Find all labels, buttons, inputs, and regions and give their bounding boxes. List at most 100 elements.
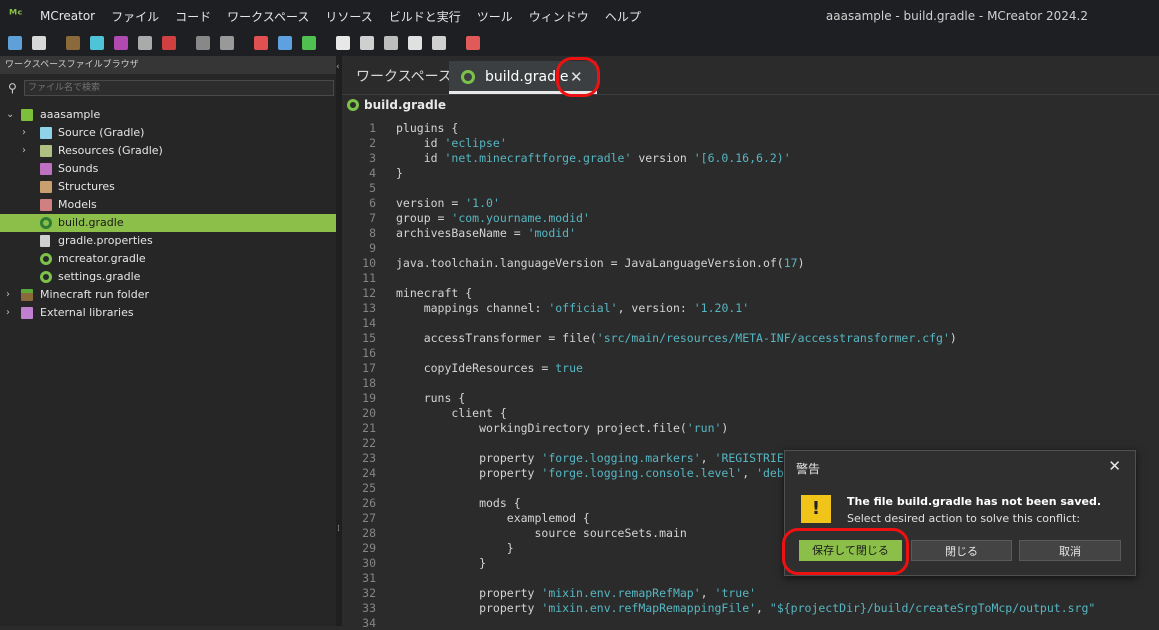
gradle-icon [461, 70, 475, 84]
import-other-icon[interactable] [162, 36, 176, 50]
model-json-icon[interactable] [278, 36, 292, 50]
menu-window[interactable]: ウィンドウ [529, 8, 589, 25]
gradle-icon [40, 271, 52, 283]
menu-workspace[interactable]: ワークスペース [227, 8, 309, 25]
code-line: } [396, 556, 487, 570]
menu-file[interactable]: ファイル [111, 8, 159, 25]
library-icon [21, 307, 33, 319]
line-number: 16 [362, 346, 376, 360]
code-line: property 'mixin.env.remapRefMap', 'true' [396, 586, 757, 600]
tree-node-gradle-properties[interactable]: gradle.properties [0, 232, 336, 250]
chevron-right-icon[interactable]: › [6, 286, 10, 304]
tree-node-label: settings.gradle [58, 270, 141, 283]
import-structure-icon[interactable] [220, 36, 234, 50]
tree-node-label: Resources (Gradle) [58, 144, 163, 157]
workspace-icon [21, 109, 33, 121]
menu-build-run[interactable]: ビルドと実行 [389, 8, 461, 25]
line-number: 23 [362, 451, 376, 465]
tab-workspace[interactable]: ワークスペース [356, 61, 452, 94]
menu-tools[interactable]: ツール [477, 8, 513, 25]
drag-handle-icon[interactable]: ⁞ [337, 525, 341, 543]
code-line: group = 'com.yourname.modid' [396, 211, 590, 225]
run-client-icon[interactable] [360, 36, 374, 50]
line-number: 22 [362, 436, 376, 450]
code-line: mappings channel: 'official', version: '… [396, 301, 750, 315]
line-number: 27 [362, 511, 376, 525]
menu-code[interactable]: コード [175, 8, 211, 25]
tree-node-run-folder[interactable]: › Minecraft run folder [0, 286, 336, 304]
line-number: 19 [362, 391, 376, 405]
import-block-icon[interactable] [66, 36, 80, 50]
build-icon[interactable] [336, 36, 350, 50]
tree-node-resources[interactable]: › Resources (Gradle) [0, 142, 336, 160]
debug-icon[interactable] [432, 36, 446, 50]
line-number: 15 [362, 331, 376, 345]
tree-node-label: Structures [58, 180, 115, 193]
code-line: java.toolchain.languageVersion = JavaLan… [396, 256, 805, 270]
tree-node-sounds[interactable]: Sounds [0, 160, 336, 178]
tree-node-build-gradle[interactable]: build.gradle [0, 214, 336, 232]
line-number: 1 [369, 121, 376, 135]
tree-node-label: aaasample [40, 108, 101, 121]
chevron-right-icon[interactable]: › [6, 304, 10, 322]
close-button[interactable]: 閉じる [911, 540, 1012, 561]
tree-node-label: Models [58, 198, 97, 211]
code-line: client { [396, 406, 507, 420]
tree-node-source[interactable]: › Source (Gradle) [0, 124, 336, 142]
warning-icon: ! [801, 495, 831, 523]
search-box: ⚲ [4, 80, 334, 98]
collapse-left-icon[interactable]: ‹ [336, 62, 340, 72]
code-line: version = '1.0' [396, 196, 500, 210]
search-input[interactable] [24, 80, 334, 96]
code-line: id 'net.minecraftforge.gradle' version '… [396, 151, 791, 165]
code-line: minecraft { [396, 286, 473, 300]
folder-icon [40, 127, 52, 139]
file-header: build.gradle [347, 98, 446, 112]
import-item-icon[interactable] [90, 36, 104, 50]
chevron-right-icon[interactable]: › [22, 124, 26, 142]
chevron-right-icon[interactable]: › [22, 142, 26, 160]
code-line: property 'mixin.env.refMapRemappingFile'… [396, 601, 1096, 615]
export-icon[interactable] [408, 36, 422, 50]
line-number: 14 [362, 316, 376, 330]
model-icon [40, 199, 52, 211]
tree-node-label: gradle.properties [58, 234, 153, 247]
import-armor-icon[interactable] [138, 36, 152, 50]
import-sound-icon[interactable] [196, 36, 210, 50]
line-number: 20 [362, 406, 376, 420]
tree-node-label: External libraries [40, 306, 134, 319]
code-line: plugins { [396, 121, 459, 135]
code-line: property 'forge.logging.markers', 'REGIS… [396, 451, 784, 465]
chevron-down-icon[interactable]: ⌄ [6, 106, 14, 124]
tree-node-aaasample[interactable]: ⌄ aaasample [0, 106, 336, 124]
line-number: 33 [362, 601, 376, 615]
import-entity-icon[interactable] [114, 36, 128, 50]
grass-block-icon [21, 289, 33, 301]
cancel-button[interactable]: 取消 [1019, 540, 1121, 561]
line-number: 2 [369, 136, 376, 150]
git-sync-icon[interactable] [466, 36, 480, 50]
dialog-close-icon[interactable]: ✕ [1108, 457, 1121, 475]
model-java-icon[interactable] [254, 36, 268, 50]
line-number: 30 [362, 556, 376, 570]
toolbar [0, 32, 1159, 56]
code-line: source sourceSets.main [396, 526, 687, 540]
tree-node-mcreator-gradle[interactable]: mcreator.gradle [0, 250, 336, 268]
run-server-icon[interactable] [384, 36, 398, 50]
tree-node-settings-gradle[interactable]: settings.gradle [0, 268, 336, 286]
tree-node-models[interactable]: Models [0, 196, 336, 214]
image-editor-icon[interactable] [32, 36, 46, 50]
tab-bar: ワークスペース build.gradle ✕ [342, 56, 1159, 95]
tree-node-external-libraries[interactable]: › External libraries [0, 304, 336, 322]
workspace-settings-icon[interactable] [8, 36, 22, 50]
code-line: } [396, 541, 514, 555]
code-line: workingDirectory project.file('run') [396, 421, 729, 435]
tree-node-structures[interactable]: Structures [0, 178, 336, 196]
file-header-name: build.gradle [364, 98, 446, 112]
line-number: 4 [369, 166, 376, 180]
tree-node-label: Minecraft run folder [40, 288, 149, 301]
line-number: 3 [369, 151, 376, 165]
menu-resources[interactable]: リソース [325, 8, 372, 25]
menu-help[interactable]: ヘルプ [605, 8, 641, 25]
model-obj-icon[interactable] [302, 36, 316, 50]
